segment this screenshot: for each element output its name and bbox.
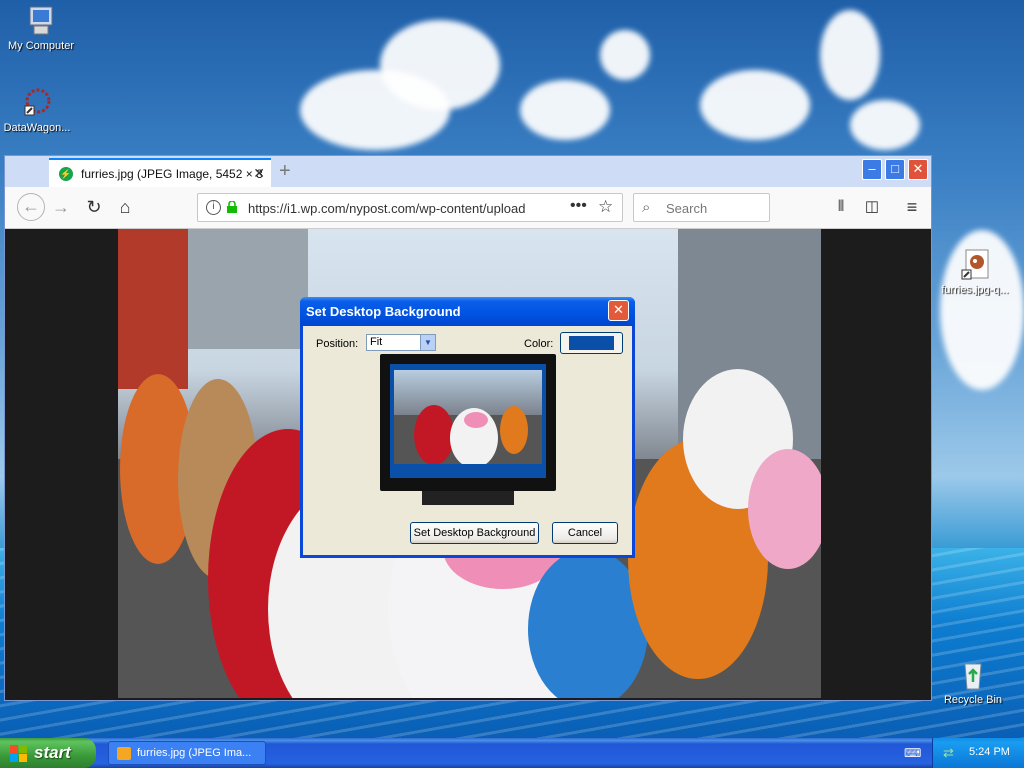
- monitor-neck: [422, 491, 514, 505]
- search-box[interactable]: ⌕ Search: [633, 193, 770, 222]
- desktop-icon-label: My Computer: [7, 40, 75, 52]
- taskbar-item-label: furries.jpg (JPEG Ima...: [137, 747, 252, 759]
- desktop-icon-my-computer[interactable]: My Computer: [0, 4, 82, 52]
- taskbar: start furries.jpg (JPEG Ima... ⌨ ⇄ 5:24 …: [0, 738, 1024, 768]
- clock[interactable]: 5:24 PM: [969, 746, 1010, 758]
- tab-title: furries.jpg (JPEG Image, 5452 × 3: [81, 167, 263, 181]
- system-tray: ⇄ 5:24 PM: [932, 738, 1024, 768]
- position-value: Fit: [370, 336, 383, 348]
- address-bar[interactable]: i https://i1.wp.com/nypost.com/wp-conten…: [197, 193, 623, 222]
- network-icon[interactable]: ⇄: [943, 745, 954, 761]
- close-button[interactable]: ✕: [908, 159, 928, 180]
- start-label: start: [34, 743, 71, 762]
- preview-image: [394, 370, 542, 468]
- tab-bar: ⚡ furries.jpg (JPEG Image, 5452 × 3 ✕ + …: [5, 156, 931, 188]
- color-picker-button[interactable]: [560, 332, 623, 354]
- dialog-title: Set Desktop Background: [306, 304, 461, 319]
- desktop-icon-label: DataWagon...: [3, 122, 71, 134]
- color-swatch: [569, 336, 614, 350]
- position-select[interactable]: Fit ▼: [366, 334, 436, 351]
- taskbar-item-furries-jpg[interactable]: furries.jpg (JPEG Ima...: [108, 741, 266, 765]
- page-actions-icon[interactable]: •••: [570, 197, 587, 215]
- search-placeholder: Search: [666, 201, 708, 216]
- desktop-icon-recycle-bin[interactable]: Recycle Bin: [932, 658, 1014, 706]
- forward-arrow-icon[interactable]: →: [49, 195, 73, 219]
- cancel-button[interactable]: Cancel: [552, 522, 618, 544]
- info-icon[interactable]: i: [206, 200, 221, 215]
- image-file-icon: [958, 248, 992, 282]
- set-desktop-background-dialog[interactable]: Set Desktop Background ✕ Position: Fit ▼…: [300, 297, 635, 558]
- position-label: Position:: [316, 338, 359, 350]
- tab-furries-jpg[interactable]: ⚡ furries.jpg (JPEG Image, 5452 × 3 ✕: [49, 158, 271, 188]
- back-arrow-icon[interactable]: ←: [17, 193, 45, 221]
- reload-icon[interactable]: ↻: [82, 195, 106, 219]
- datawagon-icon: [20, 86, 54, 120]
- windows-logo-icon: [10, 745, 27, 762]
- maximize-button[interactable]: □: [885, 159, 905, 180]
- desktop-icon-label: Recycle Bin: [943, 694, 1003, 706]
- dialog-title-bar: Set Desktop Background: [300, 297, 635, 326]
- search-icon: ⌕: [642, 199, 651, 216]
- favicon-icon: ⚡: [59, 167, 73, 181]
- new-tab-button[interactable]: +: [279, 160, 291, 183]
- computer-icon: [24, 4, 58, 38]
- home-icon[interactable]: ⌂: [113, 195, 137, 219]
- recycle-bin-icon: [956, 658, 990, 692]
- url-text: https://i1.wp.com/nypost.com/wp-content/…: [248, 201, 526, 216]
- chevron-down-icon: ▼: [420, 335, 435, 350]
- desktop-icon-furries-jpg[interactable]: furries.jpg-q...: [934, 248, 1016, 296]
- menu-icon[interactable]: ≡: [900, 195, 924, 219]
- navigation-toolbar: ← → ↻ ⌂ i https://i1.wp.com/nypost.com/w…: [5, 187, 931, 229]
- keyboard-icon[interactable]: ⌨: [904, 746, 921, 760]
- desktop-icon-datawagon[interactable]: DataWagon...: [0, 86, 78, 134]
- set-desktop-background-button[interactable]: Set Desktop Background: [410, 522, 539, 544]
- monitor-preview: [380, 354, 556, 505]
- start-button[interactable]: start: [0, 738, 96, 768]
- minimize-button[interactable]: –: [862, 159, 882, 180]
- lock-icon: [227, 201, 237, 213]
- firefox-icon: [117, 747, 131, 760]
- tab-close-icon[interactable]: ✕: [253, 165, 265, 182]
- color-label: Color:: [524, 338, 554, 350]
- dialog-close-button[interactable]: ✕: [608, 300, 629, 321]
- monitor-frame: [380, 354, 556, 491]
- monitor-screen: [390, 364, 546, 478]
- sidebar-icon[interactable]: ◫: [860, 195, 884, 219]
- bookmark-star-icon[interactable]: ☆: [598, 197, 613, 217]
- library-icon[interactable]: ⫴: [829, 195, 853, 219]
- desktop-icon-label: furries.jpg-q...: [941, 284, 1009, 296]
